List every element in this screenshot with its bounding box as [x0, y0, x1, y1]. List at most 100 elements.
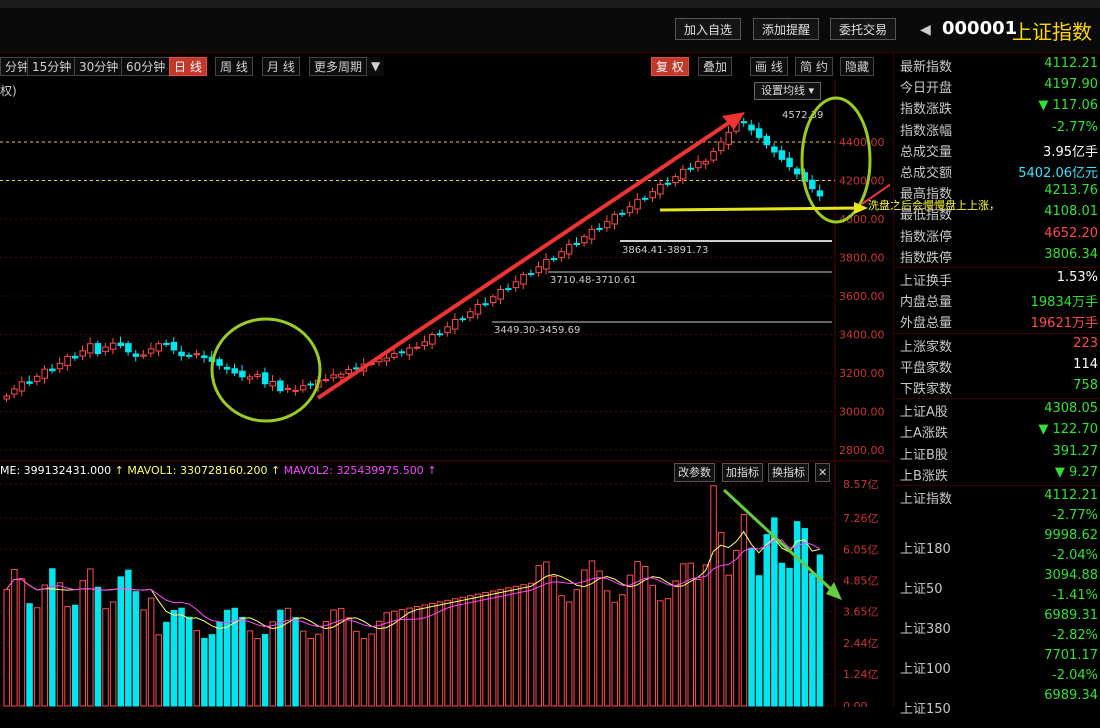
quote-row-2[interactable]: 指数涨跌 ▼ 117.06: [900, 98, 1098, 118]
period-week[interactable]: 周 线: [215, 57, 253, 76]
chevron-down-icon[interactable]: ▼: [367, 57, 385, 76]
prev-stock-icon[interactable]: ◀: [920, 22, 931, 38]
quote-row-1[interactable]: 今日开盘 4197.90: [900, 77, 1098, 97]
turnover-row-0[interactable]: 上证换手 1.53%: [900, 270, 1098, 290]
candle-body: [193, 353, 200, 356]
candle-body: [429, 334, 436, 345]
edit-params-button[interactable]: 改参数: [674, 463, 715, 482]
candle-body: [771, 146, 778, 153]
quote-row-8[interactable]: 指数涨停 4652.20: [900, 226, 1098, 246]
add-alert-button[interactable]: 添加提醒: [753, 18, 820, 40]
volume-bar: [565, 601, 573, 707]
volume-bar: [657, 600, 664, 707]
index-row-2[interactable]: 上证50 3094.88 -1.41%: [900, 568, 1098, 608]
add-indicator-button[interactable]: 加指标: [722, 463, 763, 482]
index-row-change: -2.77%: [1052, 508, 1098, 523]
period-more[interactable]: 更多周期: [309, 57, 368, 76]
volume-bar: [239, 616, 246, 707]
candle-body: [664, 182, 672, 185]
volume-bar: [619, 594, 626, 707]
candle-body: [11, 388, 18, 395]
add-watchlist-button[interactable]: 加入自选: [675, 18, 742, 40]
candle-body: [239, 370, 246, 378]
volume-bar: [413, 606, 421, 707]
index-row-4[interactable]: 上证100 7701.17 -2.04%: [900, 648, 1098, 688]
volume-axis-label: 8.57亿: [843, 478, 879, 491]
share-row-2[interactable]: 上证B股 391.27: [900, 444, 1098, 464]
period-day[interactable]: 日 线: [169, 57, 207, 76]
candle-body: [467, 311, 474, 319]
volume-bar: [489, 590, 497, 707]
quote-row-7[interactable]: 最低指数 4108.01: [900, 204, 1098, 224]
volume-bar: [755, 575, 763, 707]
turnover-row-1[interactable]: 内盘总量 19834万手: [900, 291, 1098, 311]
index-row-5[interactable]: 上证150 6989.34: [900, 688, 1098, 728]
breadth-row-1[interactable]: 平盘家数 114: [900, 357, 1098, 377]
set-ma-button[interactable]: 设置均线 ▾: [754, 82, 822, 100]
breadth-row-2[interactable]: 下跌家数 758: [900, 378, 1098, 398]
turnover-row-2[interactable]: 外盘总量 19621万手: [900, 312, 1098, 332]
volume-bar: [451, 598, 459, 707]
quote-row-9[interactable]: 指数跌停 3806.34: [900, 247, 1098, 267]
index-row-0[interactable]: 上证指数 4112.21 -2.77%: [900, 488, 1098, 528]
volume-bar: [474, 593, 482, 707]
index-row-change: -1.41%: [1052, 588, 1098, 603]
index-row-1[interactable]: 上证180 9998.62 -2.04%: [900, 528, 1098, 568]
volume-bar: [793, 521, 801, 707]
quote-row-5[interactable]: 总成交额 5402.06亿元: [900, 162, 1098, 182]
volume-bar: [429, 602, 436, 707]
quote-row-7-value: 4108.01: [1044, 204, 1098, 220]
candle-body: [49, 368, 56, 372]
volume-bar: [398, 609, 406, 707]
hide-button[interactable]: 隐藏: [840, 57, 875, 76]
volume-bar: [786, 567, 793, 707]
candle-body: [71, 355, 79, 359]
quote-row-0[interactable]: 最新指数 4112.21: [900, 56, 1098, 76]
candle-body: [535, 266, 542, 274]
index-row-change: -2.04%: [1052, 548, 1098, 563]
simple-button[interactable]: 简 约: [795, 57, 833, 76]
quote-row-8-label: 指数涨停: [900, 229, 953, 245]
share-row-1-label: 上A涨跌: [900, 426, 948, 442]
quote-row-3-label: 指数涨幅: [900, 123, 953, 139]
kline-svg[interactable]: 4400.004200.004000.003800.003600.003400.…: [0, 80, 890, 707]
volume-bar: [178, 607, 185, 707]
volume-bar: [505, 587, 512, 707]
trade-button[interactable]: 委托交易: [830, 18, 897, 40]
share-row-3-value: ▼ 9.27: [1054, 464, 1098, 480]
period-30min[interactable]: 30分钟: [74, 57, 124, 76]
quote-row-0-label: 最新指数: [900, 60, 953, 75]
candle-body: [147, 348, 155, 354]
candle-body: [809, 179, 816, 190]
share-row-1[interactable]: 上A涨跌 ▼ 122.70: [900, 422, 1098, 442]
volume-bar: [596, 570, 603, 707]
kline-chart-area[interactable]: 4400.00 4200.00 4000.00 3800.00 3600.00 3400.…: [0, 80, 890, 707]
index-row-3[interactable]: 上证380 6989.31 -2.82%: [900, 608, 1098, 648]
candle-body: [512, 281, 520, 289]
price-axis-label: 2800.00: [839, 444, 885, 457]
quote-row-4[interactable]: 总成交量 3.95亿手: [900, 141, 1098, 161]
change-indicator-button[interactable]: 换指标: [768, 463, 809, 482]
quote-row-2-value: ▼ 117.06: [1038, 98, 1098, 114]
index-row-change: -2.04%: [1052, 668, 1098, 683]
restore-rights-button[interactable]: 复 权: [651, 57, 689, 76]
volume-bar: [512, 585, 520, 707]
quote-row-5-label: 总成交额: [900, 166, 953, 181]
period-60min[interactable]: 60分钟: [121, 57, 171, 76]
quote-row-6[interactable]: 最高指数 4213.76: [900, 183, 1098, 203]
close-icon[interactable]: ✕: [815, 463, 831, 482]
candle-body: [550, 258, 558, 261]
volume-bar: [467, 595, 474, 707]
candle-body: [695, 161, 702, 169]
period-month[interactable]: 月 线: [262, 57, 300, 76]
draw-line-button[interactable]: 画 线: [750, 57, 788, 76]
support-label: 3864.41-3891.73: [622, 245, 708, 256]
price-axis-label: 3400.00: [839, 329, 885, 342]
period-15min[interactable]: 15分钟: [27, 57, 77, 76]
overlay-button[interactable]: 叠加: [698, 57, 733, 76]
share-row-3[interactable]: 上B涨跌 ▼ 9.27: [900, 465, 1098, 485]
share-row-0[interactable]: 上证A股 4308.05: [900, 401, 1098, 421]
breadth-row-0[interactable]: 上涨家数 223: [900, 336, 1098, 356]
quote-row-3[interactable]: 指数涨幅 -2.77%: [900, 120, 1098, 140]
candle-body: [581, 236, 588, 244]
